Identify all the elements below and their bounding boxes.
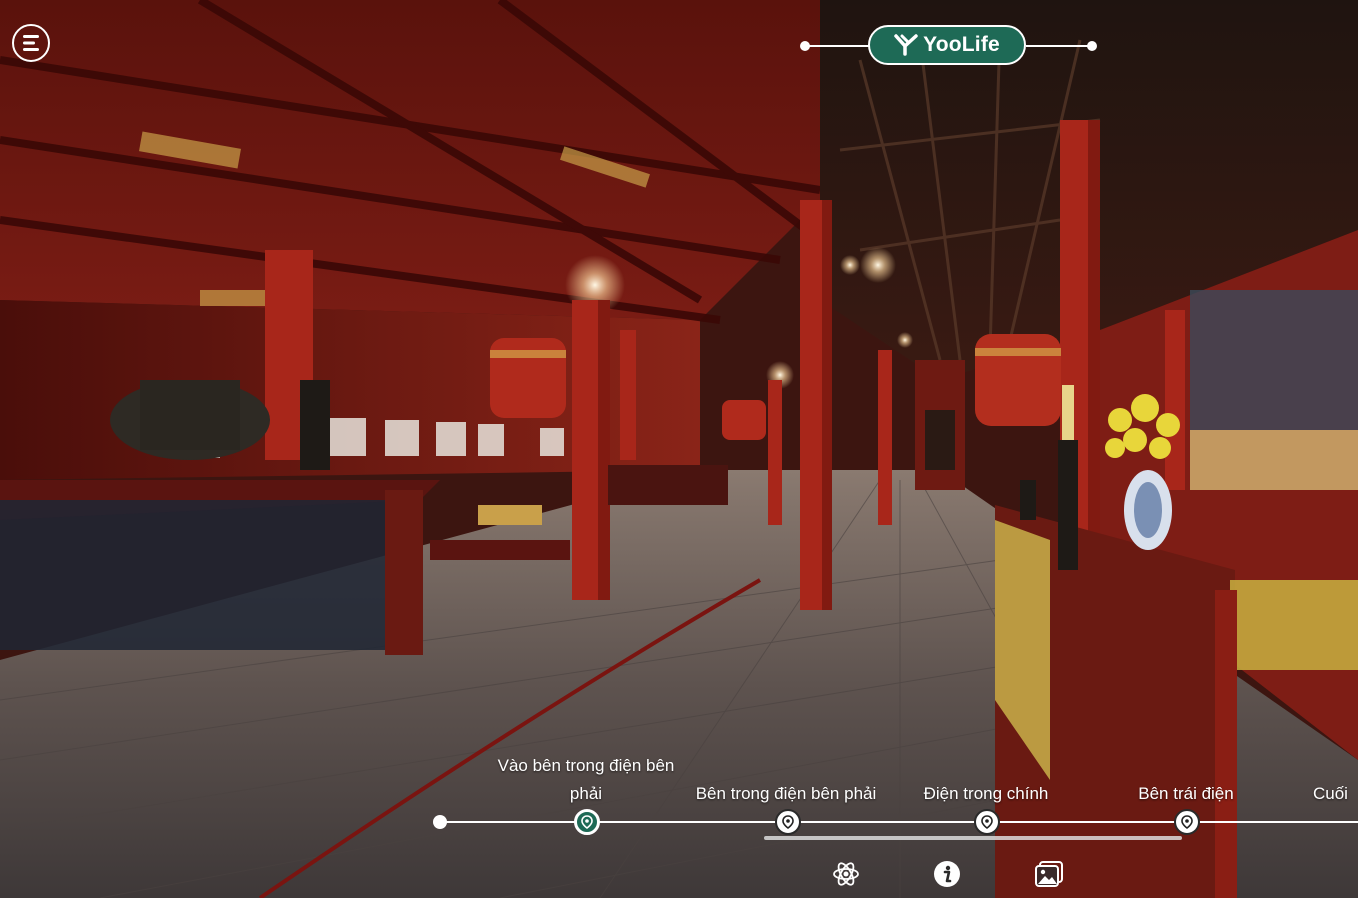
panorama-viewer[interactable]: YooLife Vào bên trong điện bên phải Bên … <box>0 0 1358 898</box>
timeline-scrollbar[interactable] <box>764 836 1182 840</box>
gallery-icon <box>1035 861 1063 887</box>
gallery-button[interactable] <box>1033 858 1065 890</box>
brand-dot-left <box>800 41 810 51</box>
info-button[interactable] <box>931 858 963 890</box>
brand-line-right <box>1026 45 1092 47</box>
scene-node-3[interactable] <box>974 809 1000 835</box>
yoolife-logo-icon <box>894 34 920 56</box>
brand-dot-right <box>1087 41 1097 51</box>
scene-label-3[interactable]: Điện trong chính <box>915 780 1057 808</box>
menu-button[interactable] <box>12 24 50 62</box>
scene-label-5[interactable]: Cuối <box>1313 780 1355 808</box>
brand-line-left <box>805 45 869 47</box>
scene-label-4[interactable]: Bên trái điện <box>1130 780 1242 808</box>
hamburger-menu-icon <box>23 35 39 51</box>
brand-name: YooLife <box>923 33 1000 56</box>
scene-node-4[interactable] <box>1174 809 1200 835</box>
map-pin-icon <box>782 815 794 829</box>
info-icon <box>934 861 960 887</box>
brand-logo[interactable]: YooLife <box>868 25 1026 65</box>
timeline-start-dot <box>433 815 447 829</box>
map-pin-icon <box>981 815 993 829</box>
atom-button[interactable] <box>830 858 862 890</box>
scene-node-1[interactable] <box>574 809 600 835</box>
map-pin-icon <box>581 815 593 829</box>
scene-node-2[interactable] <box>775 809 801 835</box>
atom-icon <box>833 862 859 886</box>
scene-label-1[interactable]: Vào bên trong điện bên phải <box>478 752 694 808</box>
scene-label-2[interactable]: Bên trong điện bên phải <box>690 780 882 808</box>
map-pin-icon <box>1181 815 1193 829</box>
